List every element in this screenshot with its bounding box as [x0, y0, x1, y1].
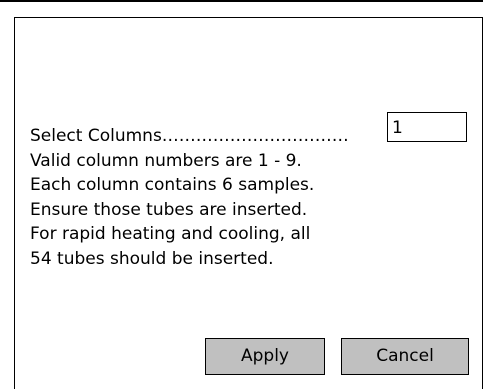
- top-divider: [0, 0, 483, 2]
- valid-range-text: Valid column numbers are 1 - 9.: [30, 150, 302, 171]
- columns-input[interactable]: [387, 112, 467, 142]
- all-tubes-text: 54 tubes should be inserted.: [30, 248, 274, 269]
- select-columns-dialog: Select Columns…………………………… Valid column n…: [0, 0, 483, 389]
- apply-button[interactable]: Apply: [205, 338, 325, 375]
- cancel-button[interactable]: Cancel: [341, 338, 469, 375]
- ensure-tubes-text: Ensure those tubes are inserted.: [30, 199, 308, 220]
- select-columns-label: Select Columns……………………………: [30, 126, 349, 146]
- rapid-heating-text: For rapid heating and cooling, all: [30, 224, 311, 244]
- samples-per-column-text: Each column contains 6 samples.: [30, 175, 315, 195]
- dialog-top-border: [14, 17, 483, 18]
- dialog-left-border: [14, 17, 15, 389]
- instruction-text-block: Select Columns…………………………… Valid column n…: [30, 124, 385, 271]
